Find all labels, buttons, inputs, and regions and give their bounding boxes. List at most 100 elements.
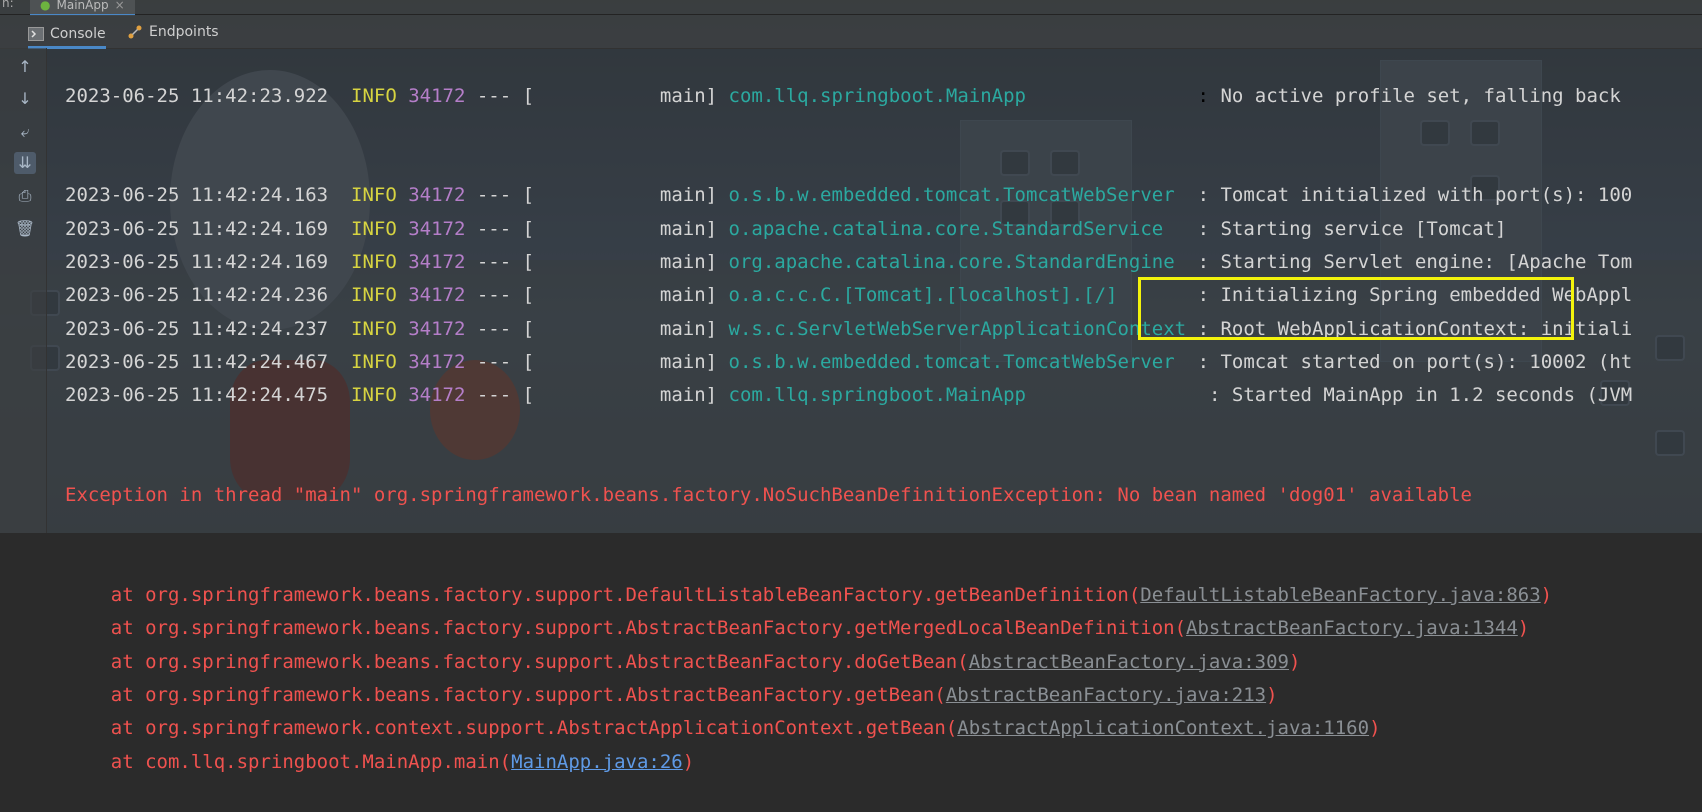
exception-line: Exception in thread "main" org.springfra… [65, 479, 1702, 512]
log-logger[interactable]: o.apache.catalina.core.StandardService [729, 218, 1187, 240]
log-message: No active profile set, falling back [1220, 84, 1621, 107]
log-line: 2023-06-25 11:42:24.169 INFO 34172 --- [… [65, 246, 1702, 279]
log-level: INFO [351, 384, 397, 407]
soft-wrap-icon[interactable]: ⤶ [14, 121, 36, 143]
log-logger[interactable]: o.s.b.w.embedded.tomcat.TomcatWebServer [729, 351, 1187, 373]
exception-head: Exception in thread "main" org.springfra… [65, 484, 1118, 507]
log-thread: main] [534, 84, 718, 107]
log-timestamp: 2023-06-25 11:42:24.163 [65, 184, 329, 207]
stack-frame-close: ) [1288, 650, 1301, 673]
log-thread: main] [534, 184, 718, 207]
log-separator: --- [ [465, 184, 535, 207]
log-message: : Starting Servlet engine: [Apache Tom [1197, 251, 1633, 274]
log-pid: 34172 [408, 317, 466, 340]
log-line-partial: 2023-06-25 11:42:23.922 INFO 34172 --- [… [65, 84, 1621, 107]
log-logger[interactable]: org.apache.catalina.core.StandardEngine [729, 251, 1187, 273]
log-level: INFO [351, 251, 397, 274]
console-output[interactable]: 2023-06-25 11:42:23.922 INFO 34172 --- [… [65, 34, 1702, 773]
log-logger: com.llq.springboot.MainApp [728, 84, 1026, 107]
stack-frame-text: at org.springframework.beans.factory.sup… [65, 650, 969, 673]
log-message: : Starting service [Tomcat] [1197, 217, 1507, 240]
print-icon[interactable]: ⎙ [14, 185, 36, 207]
stack-frame-close: ) [1540, 584, 1553, 607]
log-timestamp: 2023-06-25 11:42:24.475 [65, 384, 329, 407]
log-logger[interactable]: w.s.c.ServletWebServerApplicationContext [729, 318, 1187, 340]
stack-frame: at org.springframework.context.support.A… [65, 712, 1702, 745]
source-link[interactable]: DefaultListableBeanFactory.java:863 [1140, 584, 1540, 606]
console-icon [28, 26, 44, 41]
log-logger[interactable]: o.s.b.w.embedded.tomcat.TomcatWebServer [729, 184, 1187, 206]
run-tab-label: MainApp [56, 0, 109, 12]
log-separator: --- [ [465, 217, 535, 240]
log-timestamp: 2023-06-25 11:42:24.237 [65, 317, 329, 340]
console-sidebar: ↑ ↓ ⤶ ⇊ ⎙ 🗑 [0, 48, 47, 533]
log-separator: --- [ [465, 284, 535, 307]
stack-frame: at com.llq.springboot.MainApp.main(MainA… [65, 746, 1702, 779]
stack-frame-close: ) [1369, 717, 1381, 740]
log-level: INFO [351, 184, 397, 207]
log-separator: --- [ [465, 84, 535, 107]
log-pid: 34172 [408, 84, 466, 107]
log-level: INFO [351, 350, 397, 373]
log-line: 2023-06-25 11:42:24.467 INFO 34172 --- [… [65, 346, 1702, 379]
stack-frame-close: ) [1517, 617, 1530, 640]
log-thread: main] [534, 251, 718, 274]
close-icon[interactable]: × [115, 0, 125, 12]
log-level: INFO [351, 84, 397, 107]
log-logger[interactable]: com.llq.springboot.MainApp [729, 384, 1198, 406]
scroll-up-icon[interactable]: ↑ [14, 56, 36, 78]
log-timestamp: 2023-06-25 11:42:24.169 [65, 217, 329, 240]
log-message: : Tomcat started on port(s): 10002 (ht [1197, 350, 1633, 373]
stack-frame: at org.springframework.beans.factory.sup… [65, 679, 1702, 712]
source-link[interactable]: AbstractBeanFactory.java:1344 [1186, 617, 1518, 639]
log-pid: 34172 [408, 251, 466, 274]
log-thread: main] [534, 217, 718, 240]
log-thread: main] [534, 284, 718, 307]
log-message: : Tomcat initialized with port(s): 100 [1197, 184, 1633, 207]
log-level: INFO [351, 284, 397, 307]
log-separator: --- [ [465, 384, 535, 407]
run-tab-mainapp[interactable]: ● MainApp × [30, 0, 135, 16]
log-thread: main] [534, 384, 718, 407]
source-link[interactable]: MainApp.java:26 [511, 751, 683, 773]
log-line: 2023-06-25 11:42:24.163 INFO 34172 --- [… [65, 179, 1702, 212]
run-tab-strip: n: ● MainApp × [0, 0, 1702, 16]
log-pid: 34172 [408, 384, 466, 407]
log-pid: 34172 [408, 217, 466, 240]
stack-frame: at org.springframework.beans.factory.sup… [65, 646, 1702, 679]
stack-frame-text: at org.springframework.beans.factory.sup… [65, 617, 1187, 640]
stack-frame-text: at org.springframework.beans.factory.sup… [65, 584, 1141, 607]
log-message: : Started MainApp in 1.2 seconds (JVM [1209, 384, 1644, 407]
log-message: : Root WebApplicationContext: initiali [1197, 317, 1633, 340]
source-link[interactable]: AbstractBeanFactory.java:213 [946, 684, 1266, 706]
log-timestamp: 2023-06-25 11:42:24.236 [65, 284, 329, 307]
log-line: 2023-06-25 11:42:24.236 INFO 34172 --- [… [65, 279, 1702, 312]
log-separator: --- [ [465, 350, 535, 373]
log-separator: --- [ [465, 317, 535, 340]
stack-frame-text: at org.springframework.beans.factory.sup… [65, 683, 946, 706]
log-line: 2023-06-25 11:42:24.169 INFO 34172 --- [… [65, 213, 1702, 246]
log-level: INFO [351, 317, 397, 340]
stack-frame-text: at org.springframework.context.support.A… [65, 717, 958, 740]
log-line: 2023-06-25 11:42:24.475 INFO 34172 --- [… [65, 379, 1702, 412]
log-pid: 34172 [408, 284, 466, 307]
log-timestamp: 2023-06-25 11:42:24.467 [65, 350, 329, 373]
scroll-to-end-icon[interactable]: ⇊ [14, 152, 36, 174]
log-message: : Initializing Spring embedded WebAppl [1197, 284, 1633, 307]
log-thread: main] [534, 317, 718, 340]
scroll-down-icon[interactable]: ↓ [14, 88, 36, 110]
stack-frame-text: at com.llq.springboot.MainApp.main( [65, 750, 512, 773]
source-link[interactable]: AbstractBeanFactory.java:309 [969, 651, 1289, 673]
log-timestamp: 2023-06-25 11:42:23.922 [65, 84, 329, 107]
exception-detail: No bean named 'dog01' available [1117, 484, 1472, 507]
stack-frame: at org.springframework.beans.factory.sup… [65, 579, 1702, 612]
log-line: 2023-06-25 11:42:24.237 INFO 34172 --- [… [65, 313, 1702, 346]
stack-frame: at org.springframework.beans.factory.sup… [65, 612, 1702, 645]
log-logger[interactable]: o.a.c.c.C.[Tomcat].[localhost].[/] [729, 284, 1187, 306]
log-timestamp: 2023-06-25 11:42:24.169 [65, 251, 329, 274]
clear-icon[interactable]: 🗑 [14, 218, 36, 240]
run-label-fragment: n: [2, 0, 14, 10]
log-pid: 34172 [408, 350, 466, 373]
source-link[interactable]: AbstractApplicationContext.java:1160 [957, 717, 1369, 739]
log-separator: --- [ [465, 251, 535, 274]
